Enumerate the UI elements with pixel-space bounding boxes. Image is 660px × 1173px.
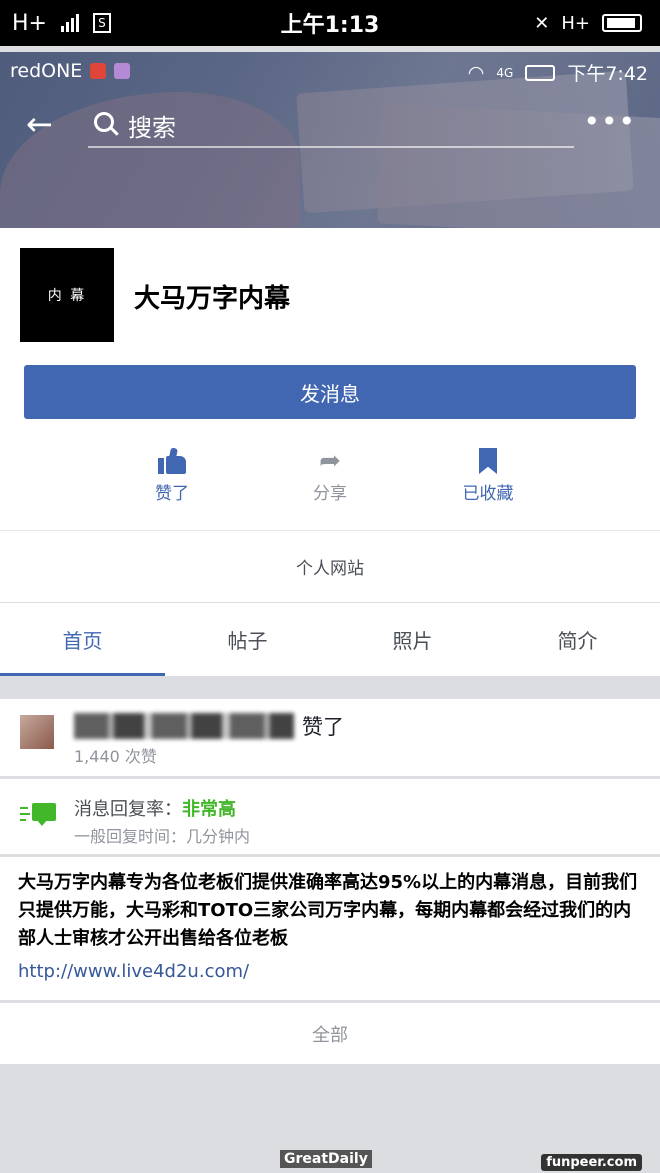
friend-avatar: [20, 715, 54, 749]
response-rate: 消息回复率：非常高: [74, 799, 236, 820]
watermark-left: GreatDaily: [280, 1150, 372, 1168]
page-title: 大马万字内幕: [134, 284, 291, 314]
thumbs-up-icon: [158, 447, 186, 474]
save-label: 已收藏: [462, 484, 514, 504]
app-notification-icon: [90, 63, 107, 79]
liked-suffix: 赞了: [302, 715, 344, 739]
search-icon[interactable]: [94, 112, 114, 132]
about-website-link[interactable]: http://www.live4d2u.com/: [18, 961, 249, 982]
inner-network-label: 4G: [496, 65, 514, 80]
website-link[interactable]: 个人网站: [0, 530, 660, 602]
carrier-label: redONE: [10, 60, 83, 82]
response-rate-card: 消息回复率：非常高 一般回复时间：几分钟内: [0, 778, 660, 854]
response-rate-value: 非常高: [182, 799, 236, 820]
blurred-friend-names: [74, 713, 294, 739]
message-bubble-icon: [20, 803, 56, 829]
tab-home[interactable]: 首页: [0, 603, 165, 676]
share-label: 分享: [313, 484, 347, 504]
right-network-label: H+: [561, 12, 590, 34]
search-input[interactable]: 搜索: [128, 108, 176, 143]
app-notification-icon: [114, 63, 131, 79]
likes-card[interactable]: 赞了 1,440 次赞: [0, 698, 660, 776]
about-description: 大马万字内幕专为各位老板们提供准确率高达95%以上的内幕消息，目前我们只提供万能…: [18, 872, 638, 949]
tab-bar: 首页 帖子 照片 简介: [0, 602, 660, 676]
search-bar: ← 搜索 •••: [0, 102, 660, 150]
like-label: 赞了: [155, 484, 189, 504]
more-options-icon[interactable]: •••: [583, 108, 636, 136]
cover-photo: redONE ◠ 4G 下午7:42 ← 搜索 •••: [0, 52, 660, 228]
inner-time: 下午7:42: [567, 63, 648, 85]
response-time: 一般回复时间：几分钟内: [74, 827, 251, 846]
bookmark-icon: [479, 448, 497, 474]
about-card: 大马万字内幕专为各位老板们提供准确率高达95%以上的内幕消息，目前我们只提供万能…: [0, 856, 660, 1000]
tab-about[interactable]: 简介: [495, 603, 660, 676]
send-message-button[interactable]: 发消息: [24, 365, 636, 419]
wifi-icon: ◠: [467, 61, 485, 84]
back-arrow-icon[interactable]: ←: [26, 108, 53, 140]
battery-icon: [525, 64, 556, 81]
watermark-right: funpeer.com: [541, 1154, 642, 1171]
share-button[interactable]: ➦ 分享: [290, 443, 370, 529]
outer-status-bar: H+ S 上午1:13 ✕ H+: [0, 0, 660, 46]
mute-icon: ✕: [534, 12, 550, 34]
inner-status-bar: redONE ◠ 4G 下午7:42: [0, 52, 660, 92]
page-header: 内 幕 大马万字内幕 发消息 赞了 ➦ 分享 已收藏 个人网站: [0, 228, 660, 602]
like-count: 1,440 次赞: [74, 747, 157, 766]
like-button[interactable]: 赞了: [132, 443, 212, 529]
see-all-button[interactable]: 全部: [0, 1002, 660, 1064]
action-row: 赞了 ➦ 分享 已收藏: [0, 443, 660, 529]
battery-icon: [602, 14, 642, 32]
tab-photos[interactable]: 照片: [330, 603, 495, 676]
save-button[interactable]: 已收藏: [448, 443, 528, 529]
share-icon: ➦: [319, 446, 341, 476]
page-avatar[interactable]: 内 幕: [20, 248, 114, 342]
tab-posts[interactable]: 帖子: [165, 603, 330, 676]
